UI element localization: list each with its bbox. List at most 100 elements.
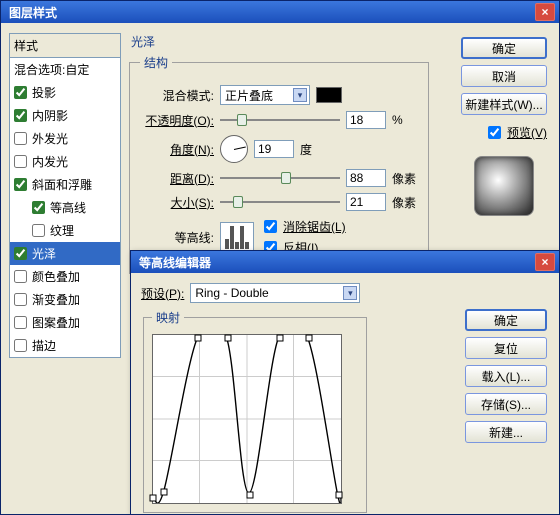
blend-options-row[interactable]: 混合选项:自定 (10, 58, 120, 81)
style-item-label: 描边 (32, 337, 56, 354)
curve-handle[interactable] (194, 335, 201, 342)
blend-mode-label: 混合模式: (140, 87, 214, 104)
inner-ok-button[interactable]: 确定 (465, 309, 547, 331)
style-item-checkbox[interactable] (14, 293, 27, 306)
style-item[interactable]: 内阴影 (10, 104, 120, 127)
new-button[interactable]: 新建... (465, 421, 547, 443)
style-item-label: 光泽 (32, 245, 56, 262)
antialias-input[interactable] (264, 220, 277, 233)
style-item-label: 图案叠加 (32, 314, 80, 331)
antialias-checkbox[interactable]: 消除锯齿(L) (260, 217, 346, 236)
angle-dial[interactable] (220, 135, 248, 163)
style-list: 样式 混合选项:自定 投影内阴影外发光内发光斜面和浮雕等高线纹理光泽颜色叠加渐变… (9, 33, 121, 358)
blend-mode-select[interactable]: 正片叠底 ▾ (220, 85, 310, 105)
preview-label: 预览(V) (507, 124, 547, 141)
style-item[interactable]: 内发光 (10, 150, 120, 173)
section-title: 光泽 (131, 33, 429, 50)
style-item[interactable]: 光泽 (10, 242, 120, 265)
inner-titlebar: 等高线编辑器 × (131, 251, 559, 273)
size-row: 大小(S): 21 像素 (140, 193, 418, 211)
style-item-label: 内阴影 (32, 107, 68, 124)
opacity-label: 不透明度(O): (140, 112, 214, 129)
distance-slider[interactable] (220, 170, 340, 186)
antialias-label: 消除锯齿(L) (283, 218, 346, 235)
curve-handle[interactable] (224, 335, 231, 342)
main-right-buttons: 确定 取消 新建样式(W)... 预览(V) (461, 37, 547, 216)
blend-mode-value: 正片叠底 (225, 87, 273, 104)
preset-row: 预设(P): Ring - Double ▾ (141, 283, 549, 303)
opacity-input[interactable]: 18 (346, 111, 386, 129)
main-titlebar: 图层样式 × (1, 1, 559, 23)
size-slider[interactable] (220, 194, 340, 210)
distance-row: 距离(D): 88 像素 (140, 169, 418, 187)
reset-button[interactable]: 复位 (465, 337, 547, 359)
style-item[interactable]: 等高线 (10, 196, 120, 219)
angle-label: 角度(N): (140, 141, 214, 158)
style-item-checkbox[interactable] (32, 224, 45, 237)
style-item[interactable]: 颜色叠加 (10, 265, 120, 288)
preview-input[interactable] (488, 126, 501, 139)
style-item-checkbox[interactable] (14, 270, 27, 283)
curve-handle[interactable] (336, 492, 343, 499)
close-icon[interactable]: × (535, 3, 555, 21)
contour-picker[interactable] (220, 222, 254, 252)
style-item-label: 等高线 (50, 199, 86, 216)
blend-mode-row: 混合模式: 正片叠底 ▾ (140, 85, 418, 105)
style-item[interactable]: 投影 (10, 81, 120, 104)
style-item-label: 投影 (32, 84, 56, 101)
inner-body: 预设(P): Ring - Double ▾ 映射 确定 复位 载 (131, 273, 559, 514)
curve-handle[interactable] (276, 335, 283, 342)
style-item-checkbox[interactable] (14, 247, 27, 260)
distance-label: 距离(D): (140, 170, 214, 187)
style-list-header[interactable]: 样式 (10, 34, 120, 58)
preset-select[interactable]: Ring - Double ▾ (190, 283, 360, 303)
cancel-button[interactable]: 取消 (461, 65, 547, 87)
style-item[interactable]: 渐变叠加 (10, 288, 120, 311)
preview-thumbnail (474, 156, 534, 216)
style-item-label: 内发光 (32, 153, 68, 170)
style-item-label: 渐变叠加 (32, 291, 80, 308)
blend-options-label: 混合选项:自定 (14, 61, 89, 78)
style-item[interactable]: 描边 (10, 334, 120, 357)
style-item[interactable]: 斜面和浮雕 (10, 173, 120, 196)
structure-group: 结构 混合模式: 正片叠底 ▾ 不透明度(O): 18 % (129, 54, 429, 274)
curve-handle[interactable] (306, 335, 313, 342)
curve-handle[interactable] (161, 488, 168, 495)
px-unit-1: 像素 (392, 170, 416, 187)
color-swatch[interactable] (316, 87, 342, 103)
style-item-checkbox[interactable] (14, 109, 27, 122)
style-item-checkbox[interactable] (14, 155, 27, 168)
contour-curve[interactable] (152, 334, 342, 504)
curve-handle[interactable] (246, 492, 253, 499)
close-icon[interactable]: × (535, 253, 555, 271)
percent-unit: % (392, 113, 403, 127)
contour-label: 等高线: (140, 229, 214, 246)
preview-checkbox[interactable]: 预览(V) (461, 123, 547, 142)
mapping-group: 映射 (143, 309, 367, 513)
angle-input[interactable]: 19 (254, 140, 294, 158)
distance-input[interactable]: 88 (346, 169, 386, 187)
load-button[interactable]: 载入(L)... (465, 365, 547, 387)
style-item-label: 斜面和浮雕 (32, 176, 92, 193)
style-item[interactable]: 图案叠加 (10, 311, 120, 334)
curve-handle[interactable] (150, 495, 157, 502)
style-item-checkbox[interactable] (14, 86, 27, 99)
style-item[interactable]: 外发光 (10, 127, 120, 150)
inner-title: 等高线编辑器 (135, 254, 535, 271)
save-button[interactable]: 存储(S)... (465, 393, 547, 415)
style-item-checkbox[interactable] (14, 316, 27, 329)
degree-unit: 度 (300, 141, 312, 158)
style-item-label: 纹理 (50, 222, 74, 239)
style-item-checkbox[interactable] (32, 201, 45, 214)
style-item-checkbox[interactable] (14, 339, 27, 352)
style-item-checkbox[interactable] (14, 132, 27, 145)
style-item[interactable]: 纹理 (10, 219, 120, 242)
structure-legend: 结构 (140, 54, 172, 71)
style-item-label: 外发光 (32, 130, 68, 147)
style-item-checkbox[interactable] (14, 178, 27, 191)
opacity-slider[interactable] (220, 112, 340, 128)
new-style-button[interactable]: 新建样式(W)... (461, 93, 547, 115)
opacity-row: 不透明度(O): 18 % (140, 111, 418, 129)
ok-button[interactable]: 确定 (461, 37, 547, 59)
size-input[interactable]: 21 (346, 193, 386, 211)
